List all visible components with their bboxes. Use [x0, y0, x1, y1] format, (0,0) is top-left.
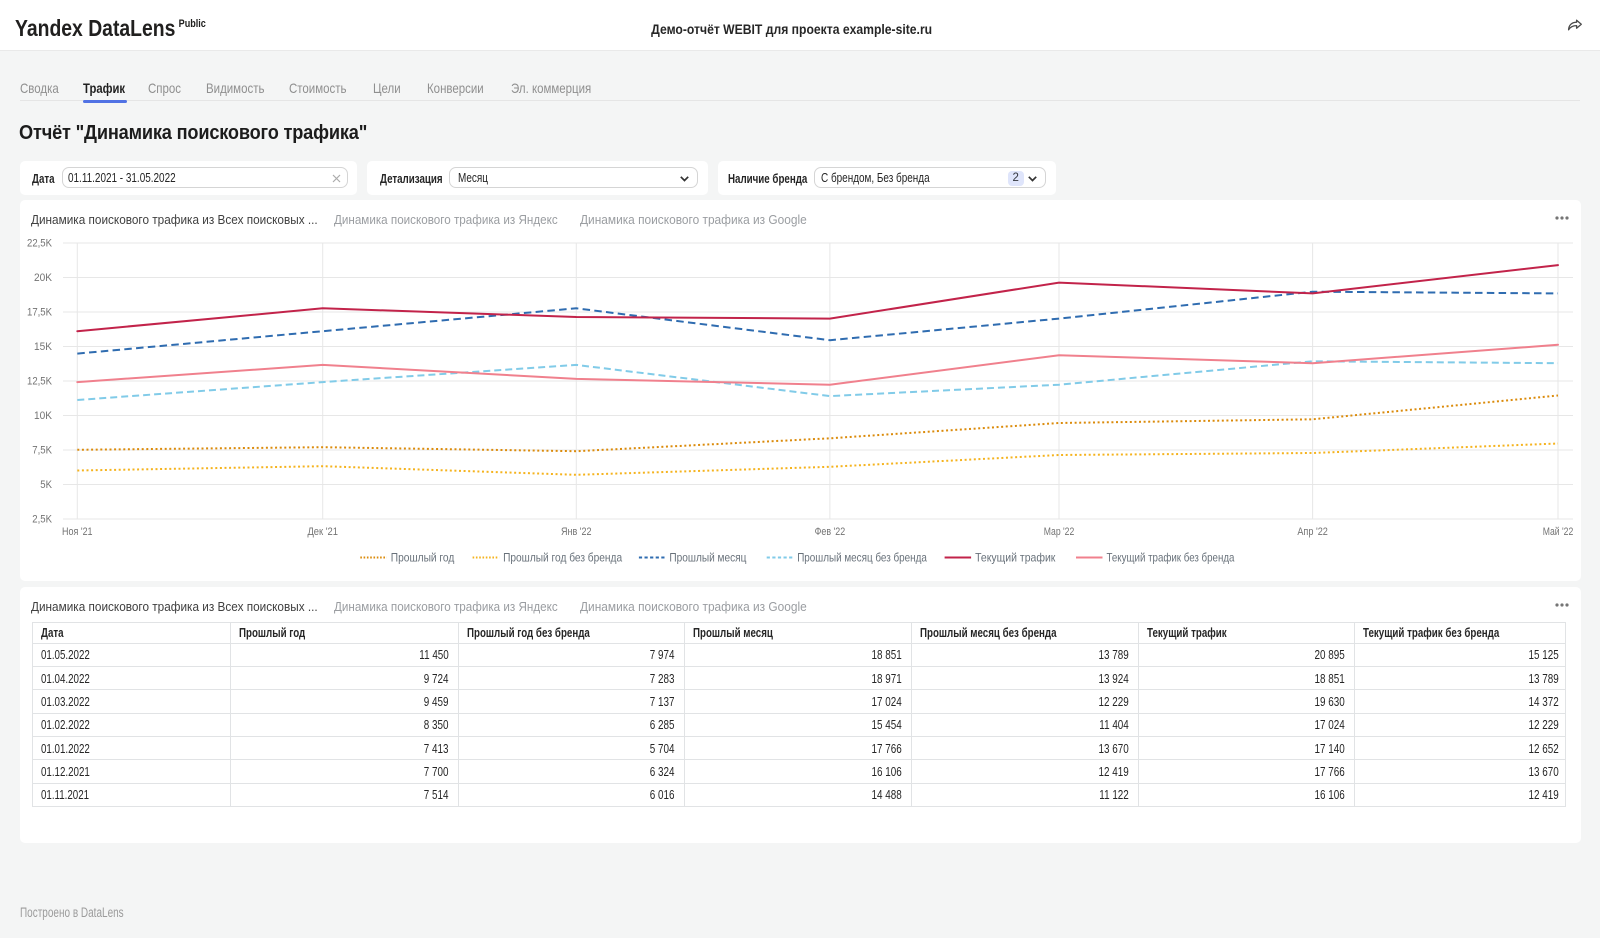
svg-text:Прошлый месяц без бренда: Прошлый месяц без бренда [797, 551, 927, 565]
svg-text:12,5K: 12,5K [27, 376, 53, 388]
svg-text:Мар '22: Мар '22 [1044, 526, 1075, 538]
svg-text:Апр '22: Апр '22 [1297, 526, 1328, 538]
svg-text:Прошлый год: Прошлый год [391, 551, 455, 565]
svg-text:10K: 10K [34, 410, 53, 422]
svg-text:15K: 15K [34, 341, 53, 353]
svg-text:Ноя '21: Ноя '21 [62, 526, 93, 538]
svg-text:Май '22: Май '22 [1543, 526, 1574, 538]
svg-text:2,5K: 2,5K [32, 514, 52, 526]
svg-text:22,5K: 22,5K [27, 238, 53, 250]
svg-text:Прошлый месяц: Прошлый месяц [669, 551, 746, 565]
svg-text:20K: 20K [34, 272, 53, 284]
svg-text:Янв '22: Янв '22 [561, 526, 592, 538]
svg-text:Текущий трафик: Текущий трафик [975, 551, 1056, 565]
svg-text:Текущий трафик без бренда: Текущий трафик без бренда [1107, 551, 1235, 565]
svg-text:5K: 5K [40, 479, 52, 491]
svg-text:7,5K: 7,5K [32, 445, 52, 457]
svg-text:17,5K: 17,5K [27, 307, 53, 319]
svg-text:Фев '22: Фев '22 [815, 526, 846, 538]
svg-text:Прошлый год без бренда: Прошлый год без бренда [503, 551, 622, 565]
svg-text:Дек '21: Дек '21 [307, 526, 338, 538]
